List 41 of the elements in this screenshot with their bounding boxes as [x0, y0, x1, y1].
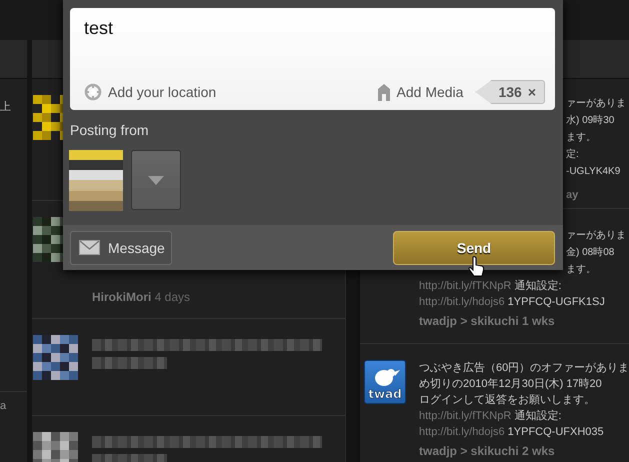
- tweet-text: http://bit.ly/hdojs6 1YPFCQ-UGFK1SJ: [419, 295, 605, 310]
- column-text: a: [0, 391, 27, 412]
- tweet-text: http://bit.ly/fTKNpR 通知設定:: [419, 278, 562, 294]
- triangle-down-icon: [147, 174, 165, 186]
- avatar-placeholder: [69, 150, 123, 211]
- message-input[interactable]: test Add your location Add Media 136 ×: [70, 8, 555, 110]
- hand-cursor-icon: [468, 256, 485, 277]
- tweet-text: 定:: [566, 148, 579, 162]
- tweet-text: ァーがありま: [566, 97, 626, 111]
- column-text: 上: [0, 100, 12, 114]
- tweet-text: つぶやき広告（60円）のオファーがありま: [419, 360, 629, 376]
- tweet-link[interactable]: http://bit.ly/fTKNpR: [419, 410, 512, 422]
- tweet-text: め切りの2010年12月30日(木) 17時20: [419, 377, 602, 392]
- message-button[interactable]: Message: [70, 230, 172, 264]
- tweet-meta: ay: [566, 188, 578, 203]
- add-media-link[interactable]: Add Media: [396, 84, 464, 100]
- location-icon: [84, 83, 102, 101]
- tweet-text: http://bit.ly/fTKNpR 通知設定:: [419, 408, 562, 424]
- account-dropdown[interactable]: [131, 150, 181, 210]
- tweet-text: -UGLYK4K9: [566, 165, 620, 179]
- send-button[interactable]: Send: [393, 230, 555, 264]
- tweet-link[interactable]: http://bit.ly/hdojs6: [419, 426, 505, 438]
- tweet-text: http://bit.ly/hdojs6 1YPFCQ-UFXH035: [419, 425, 604, 440]
- tweet-text: ァーがありま: [566, 229, 626, 243]
- tweet-link[interactable]: http://bit.ly/hdojs6: [419, 296, 505, 308]
- tweet-text: ます。: [566, 131, 596, 145]
- message-text: test: [84, 18, 114, 39]
- tweet-text: 金) 08時08: [566, 246, 614, 260]
- posting-from-label: Posting from: [70, 122, 150, 138]
- tweet-text: ログインして返答をお願いします。: [419, 393, 595, 408]
- envelope-icon: [79, 240, 100, 255]
- logo-text: twad: [368, 387, 402, 401]
- media-icon: [376, 83, 391, 101]
- tweet-text: ます。: [566, 263, 596, 277]
- add-location-link[interactable]: Add your location: [108, 84, 216, 100]
- tweet-link[interactable]: http://bit.ly/fTKNpR: [419, 280, 512, 292]
- tweet-meta: twadjp > skikuchi 1 wks: [419, 314, 555, 329]
- tweet-text: 水) 09時30: [566, 114, 614, 128]
- tweet-meta: HirokiMori 4 days: [92, 290, 192, 304]
- character-counter: 136 ×: [475, 80, 545, 104]
- tweet-meta: twadjp > skikuchi 2 wks: [419, 444, 555, 459]
